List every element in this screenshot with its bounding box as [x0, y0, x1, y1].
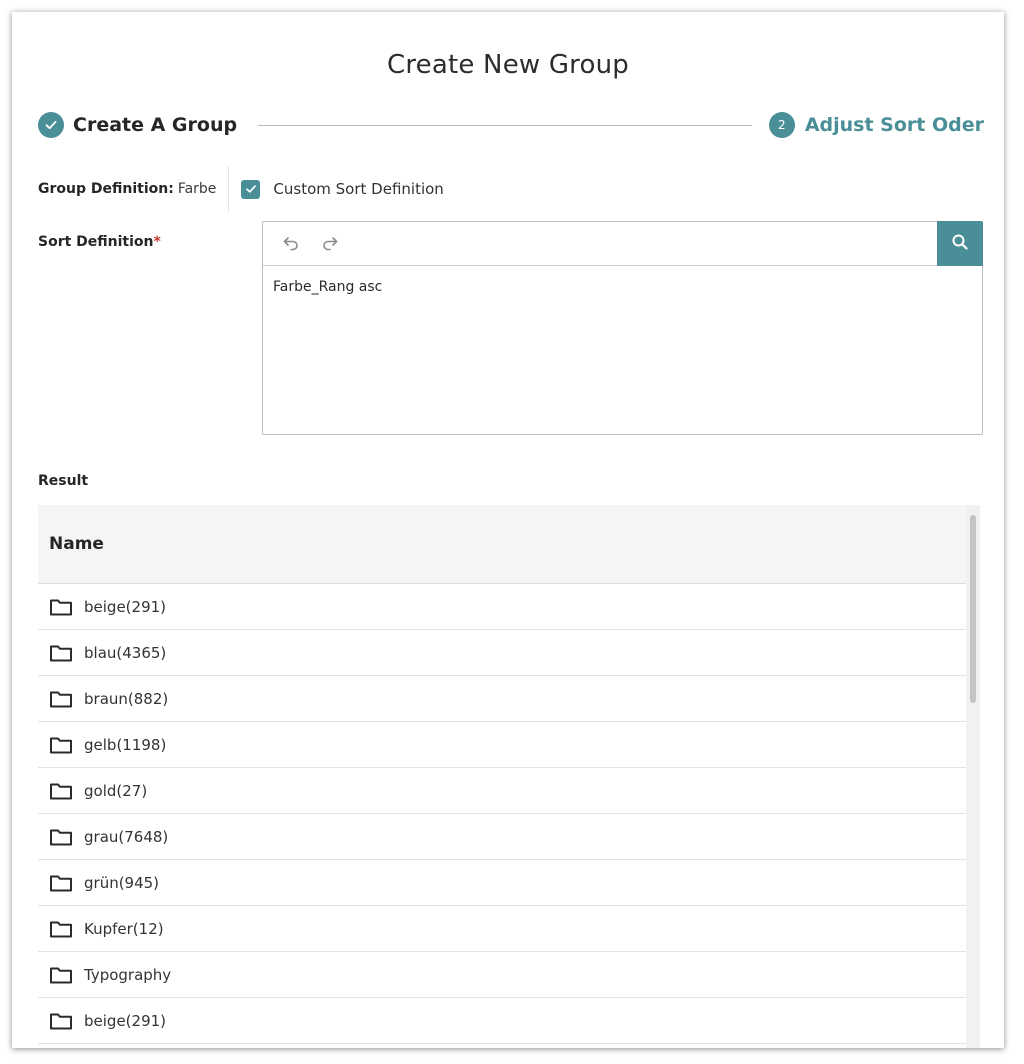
- folder-icon: [49, 643, 73, 663]
- step-adjust-sort-order[interactable]: 2 Adjust Sort Oder: [768, 110, 984, 140]
- search-icon: [951, 233, 969, 255]
- row-label: Typography: [84, 965, 172, 984]
- row-label: beige(291): [84, 597, 167, 616]
- editor-toolbar: [263, 221, 983, 266]
- custom-sort-checkbox[interactable]: [241, 179, 261, 199]
- row-label: grün(945): [84, 873, 160, 892]
- table-row[interactable]: beige(291): [38, 584, 966, 630]
- step-create-group[interactable]: Create A Group: [38, 110, 237, 140]
- sort-definition-label: Sort Definition*: [38, 234, 161, 250]
- dialog-title: Create New Group: [387, 50, 629, 80]
- row-label: blau(4365): [84, 643, 167, 662]
- folder-icon: [49, 827, 73, 847]
- row-label: grau(7648): [84, 827, 169, 846]
- result-table: Name beige(291) blau(4365) braun(882) ge…: [38, 505, 966, 1048]
- table-row[interactable]: braun(882): [38, 676, 966, 722]
- table-row[interactable]: Kupfer(12): [38, 906, 966, 952]
- step-number-badge: 2: [768, 112, 795, 138]
- group-definition-value: Farbe: [177, 181, 217, 197]
- required-marker: *: [153, 234, 161, 250]
- result-label: Result: [38, 473, 89, 489]
- step-create-group-label: Create A Group: [73, 114, 238, 136]
- folder-icon: [49, 965, 73, 985]
- table-rows: beige(291) blau(4365) braun(882) gelb(11…: [38, 584, 966, 1044]
- sort-definition-editor[interactable]: Farbe_Rang asc: [262, 221, 983, 435]
- check-icon: [38, 112, 64, 138]
- sort-definition-label-text: Sort Definition: [38, 234, 154, 250]
- table-row[interactable]: grün(945): [38, 860, 966, 906]
- undo-icon[interactable]: [280, 232, 302, 254]
- table-row[interactable]: blau(4365): [38, 630, 966, 676]
- table-row[interactable]: gelb(1198): [38, 722, 966, 768]
- stepper: Create A Group 2 Adjust Sort Oder: [38, 110, 984, 142]
- folder-icon: [49, 781, 73, 801]
- table-row[interactable]: Typography: [38, 952, 966, 998]
- table-row[interactable]: grau(7648): [38, 814, 966, 860]
- folder-icon: [49, 919, 73, 939]
- step-adjust-sort-order-label: Adjust Sort Oder: [804, 114, 984, 136]
- row-label: gelb(1198): [84, 735, 167, 754]
- table-scrollbar[interactable]: [966, 505, 980, 1048]
- sort-definition-text[interactable]: Farbe_Rang asc: [273, 279, 382, 295]
- folder-icon: [49, 597, 73, 617]
- custom-sort-label[interactable]: Custom Sort Definition: [273, 180, 443, 198]
- column-header-name[interactable]: Name: [49, 534, 104, 554]
- row-label: Kupfer(12): [84, 919, 164, 938]
- folder-icon: [49, 735, 73, 755]
- group-definition-row: Group Definition: Farbe Custom Sort Defi…: [38, 166, 444, 212]
- group-definition-label: Group Definition:: [38, 181, 174, 197]
- table-header: Name: [38, 505, 966, 584]
- folder-icon: [49, 873, 73, 893]
- table-row[interactable]: gold(27): [38, 768, 966, 814]
- redo-icon[interactable]: [319, 232, 341, 254]
- scrollbar-thumb[interactable]: [970, 515, 976, 703]
- folder-icon: [49, 689, 73, 709]
- stepper-connector: [258, 125, 752, 126]
- divider: [228, 166, 230, 212]
- search-button[interactable]: [937, 221, 983, 266]
- row-label: beige(291): [84, 1011, 167, 1030]
- create-group-dialog: Create New Group Create A Group 2 Adjust…: [12, 12, 1004, 1048]
- table-row[interactable]: beige(291): [38, 998, 966, 1044]
- row-label: gold(27): [84, 781, 148, 800]
- row-label: braun(882): [84, 689, 169, 708]
- folder-icon: [49, 1011, 73, 1031]
